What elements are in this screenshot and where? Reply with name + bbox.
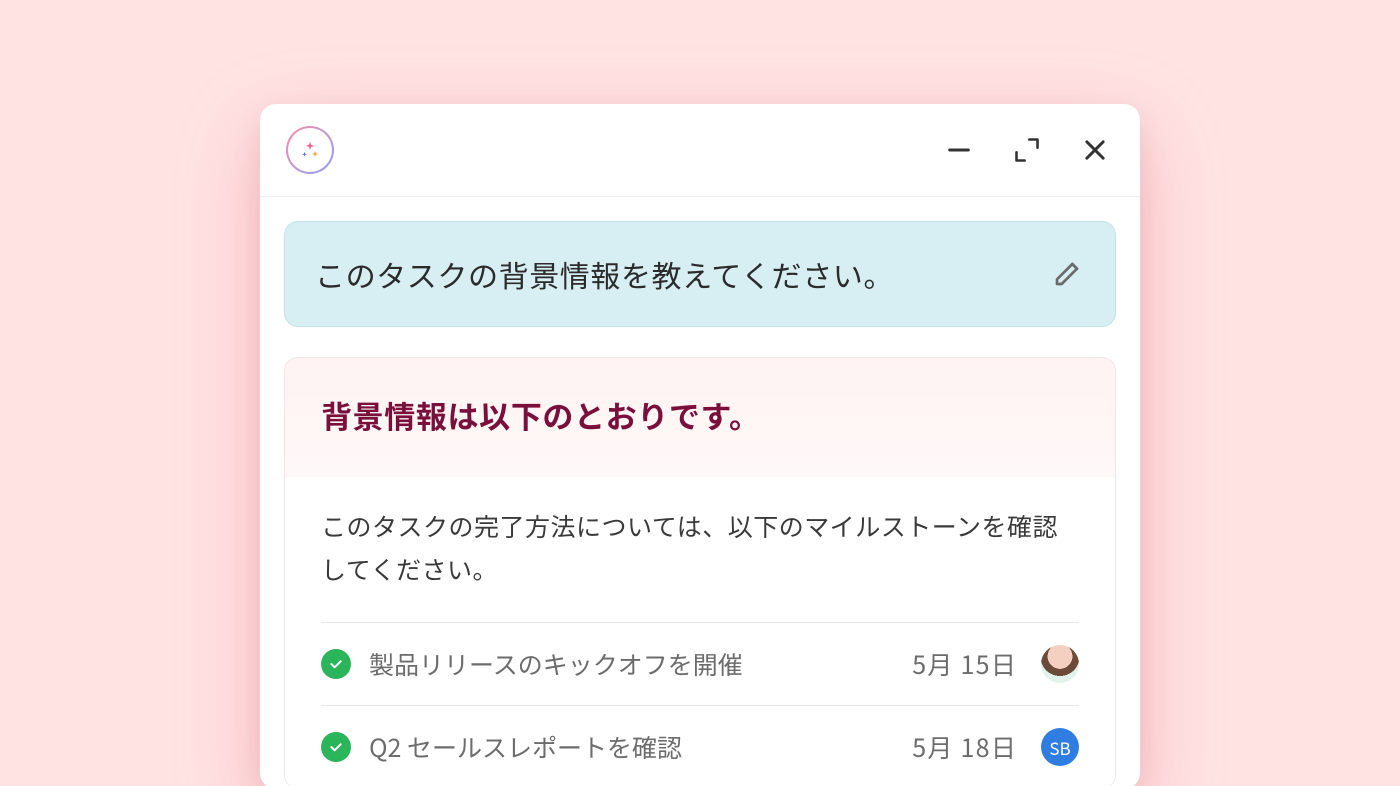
ai-assistant-panel: このタスクの背景情報を教えてください。 背景情報は以下のとおりです。 このタスク… [260,104,1140,786]
milestone-row[interactable]: 製品リリースのキックオフを開催 5月 15日 [321,622,1079,705]
ai-answer-card: 背景情報は以下のとおりです。 このタスクの完了方法については、以下のマイルストー… [284,357,1116,786]
edit-prompt-button[interactable] [1053,256,1085,293]
answer-heading-area: 背景情報は以下のとおりです。 [285,358,1115,477]
titlebar [260,104,1140,197]
pencil-icon [1053,256,1085,288]
user-prompt: このタスクの背景情報を教えてください。 [284,221,1116,327]
expand-button[interactable] [1012,135,1042,165]
answer-description: このタスクの完了方法については、以下のマイルストーンを確認してください。 [321,505,1079,590]
milestone-title: Q2 セールスレポートを確認 [369,729,894,765]
assignee-avatar[interactable]: SB [1041,728,1079,766]
milestone-list: 製品リリースのキックオフを開催 5月 15日 Q2 セールスレポートを確認 5月… [321,622,1079,786]
panel-body: このタスクの背景情報を教えてください。 背景情報は以下のとおりです。 このタスク… [260,197,1140,786]
minimize-button[interactable] [944,135,974,165]
milestone-title: 製品リリースのキックオフを開催 [369,646,894,682]
window-controls [944,135,1110,165]
check-complete-icon [321,732,351,762]
answer-heading: 背景情報は以下のとおりです。 [321,392,1079,437]
close-button[interactable] [1080,135,1110,165]
milestone-date: 5月 18日 [912,729,1017,765]
milestone-date: 5月 15日 [912,646,1017,682]
user-prompt-text: このタスクの背景情報を教えてください。 [315,252,894,296]
answer-body: このタスクの完了方法については、以下のマイルストーンを確認してください。 製品リ… [285,477,1115,786]
ai-sparkle-icon [286,126,334,174]
milestone-row[interactable]: Q2 セールスレポートを確認 5月 18日 SB [321,705,1079,786]
check-complete-icon [321,649,351,679]
assignee-avatar[interactable] [1041,645,1079,683]
